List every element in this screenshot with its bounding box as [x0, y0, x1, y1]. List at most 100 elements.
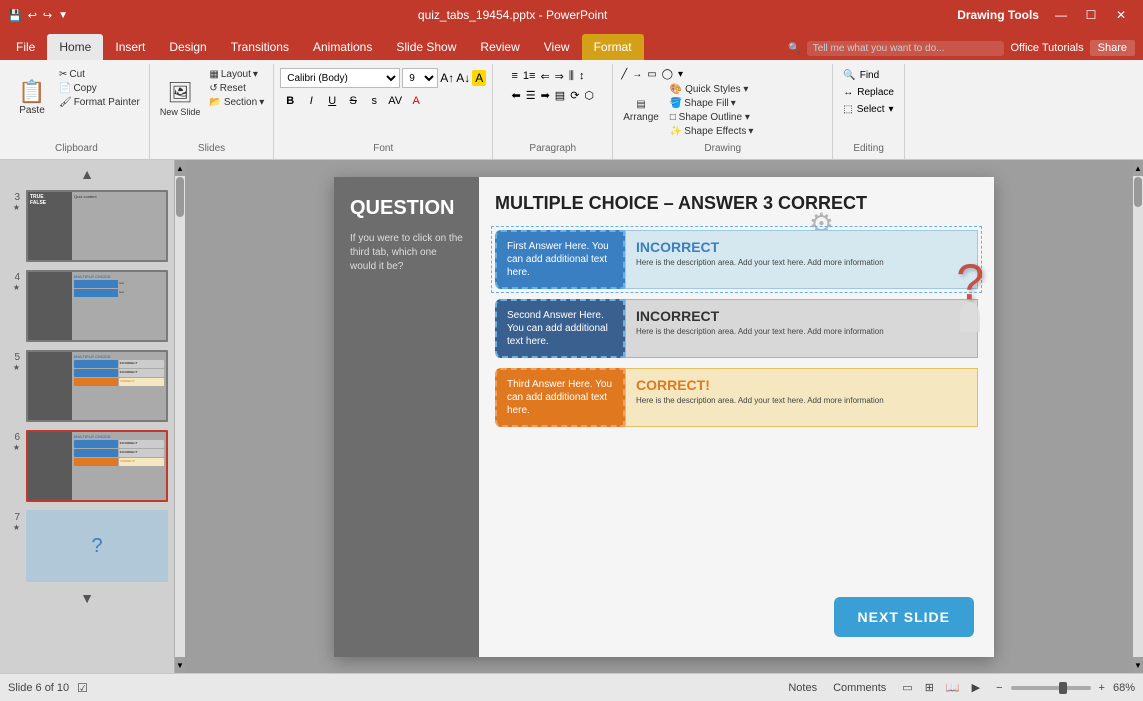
font-color-button[interactable]: A: [406, 92, 426, 110]
strikethrough-button[interactable]: S: [343, 92, 363, 110]
shape-outline-button[interactable]: □ Shape Outline ▾: [667, 111, 757, 124]
slide-thumbnail-5[interactable]: MULTIPLE CHOICE INCORRECT INCORRECT CORR…: [26, 350, 168, 422]
answer-tab-2[interactable]: Second Answer Here. You can add addition…: [495, 299, 625, 358]
shape-more-icon[interactable]: ▾: [676, 68, 685, 81]
shape-circle-icon[interactable]: ◯: [660, 68, 675, 81]
answer-tab-1[interactable]: First Answer Here. You can add additiona…: [495, 230, 625, 289]
tab-slideshow[interactable]: Slide Show: [384, 34, 468, 60]
canvas-scroll-thumb[interactable]: [1134, 177, 1142, 207]
zoom-slider[interactable]: [1011, 686, 1091, 690]
answer-tab-3[interactable]: Third Answer Here. You can add additiona…: [495, 368, 625, 427]
canvas-scroll-up-button[interactable]: ▲: [1133, 160, 1143, 176]
clear-format-button[interactable]: A: [472, 70, 486, 86]
slide-thumbnail-7[interactable]: ?: [26, 510, 168, 582]
font-name-select[interactable]: Calibri (Body): [280, 68, 400, 88]
canvas-scroll-down-button[interactable]: ▼: [1133, 657, 1143, 673]
tab-file[interactable]: File: [4, 34, 47, 60]
save-icon[interactable]: 💾: [8, 9, 22, 22]
tab-design[interactable]: Design: [157, 34, 218, 60]
notes-button[interactable]: Notes: [784, 680, 821, 696]
scrollbar-track[interactable]: [175, 176, 185, 657]
tab-home[interactable]: Home: [47, 34, 103, 60]
scrollbar-thumb[interactable]: [176, 177, 184, 217]
justify-button[interactable]: ▤: [553, 87, 567, 104]
shape-fill-button[interactable]: 🪣 Shape Fill ▾: [667, 97, 757, 110]
slide-thumb-4[interactable]: 4 ★ MULTIPLE CHOICE text text: [4, 268, 170, 344]
shape-rect-icon[interactable]: ▭: [645, 68, 658, 81]
tell-me-input[interactable]: Tell me what you want to do...: [807, 41, 1005, 56]
line-spacing-button[interactable]: ↕: [577, 68, 587, 85]
font-size-select[interactable]: 9: [402, 68, 438, 88]
redo-icon[interactable]: ↪: [43, 9, 52, 22]
slide-thumbnail-6[interactable]: MULTIPLE CHOICE INCORRECT INCORRECT CORR…: [26, 430, 168, 502]
slide-thumb-6[interactable]: 6 ★ MULTIPLE CHOICE INCORRECT INCORRECT …: [4, 428, 170, 504]
scrollbar-up-button[interactable]: ▲: [175, 160, 185, 176]
scroll-down-button[interactable]: ▼: [4, 588, 170, 608]
tab-transitions[interactable]: Transitions: [219, 34, 301, 60]
layout-button[interactable]: ▦ Layout ▾: [206, 68, 267, 81]
convert-to-smartart-button[interactable]: ⬡: [582, 87, 596, 104]
slide-panel-scrollbar[interactable]: ▲ ▼: [175, 160, 185, 673]
tab-review[interactable]: Review: [468, 34, 531, 60]
slide-thumb-5[interactable]: 5 ★ MULTIPLE CHOICE INCORRECT INCORRECT …: [4, 348, 170, 424]
bold-button[interactable]: B: [280, 92, 300, 110]
replace-button[interactable]: ↔ Replace: [839, 85, 898, 100]
char-spacing-button[interactable]: AV: [385, 92, 405, 110]
find-button[interactable]: 🔍 Find: [839, 68, 883, 83]
select-button[interactable]: ⬚ Select ▾: [839, 102, 897, 117]
text-direction-button[interactable]: ⟳: [568, 87, 581, 104]
increase-font-button[interactable]: A↑: [440, 71, 454, 85]
new-slide-button[interactable]: 🖼 New Slide: [156, 68, 205, 128]
arrange-button[interactable]: ▤ Arrange: [619, 97, 663, 125]
format-painter-button[interactable]: 🖌Format Painter: [56, 96, 143, 109]
slide-thumbnail-3[interactable]: TRUEFALSE Quiz content: [26, 190, 168, 262]
section-button[interactable]: 📂 Section ▾: [206, 96, 267, 109]
reset-button[interactable]: ↺ Reset: [206, 82, 267, 95]
bullets-button[interactable]: ≡: [509, 68, 519, 85]
office-tutorials-link[interactable]: Office Tutorials: [1010, 42, 1083, 54]
align-center-button[interactable]: ☰: [524, 87, 538, 104]
copy-button[interactable]: 📄Copy: [56, 82, 100, 95]
slideshow-button[interactable]: ▶: [968, 679, 984, 696]
reading-view-button[interactable]: 📖: [942, 679, 964, 696]
decrease-font-button[interactable]: A↓: [456, 71, 470, 85]
columns-button[interactable]: ⫼: [567, 68, 576, 85]
tab-format[interactable]: Format: [582, 34, 644, 60]
scroll-up-button[interactable]: ▲: [4, 164, 170, 184]
underline-button[interactable]: U: [322, 92, 342, 110]
italic-button[interactable]: I: [301, 92, 321, 110]
normal-view-button[interactable]: ▭: [898, 679, 916, 696]
slide-thumb-3[interactable]: 3 ★ TRUEFALSE Quiz content: [4, 188, 170, 264]
paste-button[interactable]: 📋 Paste: [10, 68, 54, 128]
scrollbar-down-button[interactable]: ▼: [175, 657, 185, 673]
cut-button[interactable]: ✂Cut: [56, 68, 88, 81]
customize-qat-icon[interactable]: ▼: [58, 10, 68, 21]
canvas-scroll-track[interactable]: [1133, 176, 1143, 657]
align-right-button[interactable]: ➡: [539, 87, 552, 104]
align-left-button[interactable]: ⬅: [509, 87, 522, 104]
answer-option-3[interactable]: Third Answer Here. You can add additiona…: [495, 368, 978, 427]
tab-animations[interactable]: Animations: [301, 34, 384, 60]
next-slide-button[interactable]: NEXT SLIDE: [834, 597, 974, 637]
shadow-button[interactable]: s: [364, 92, 384, 110]
zoom-in-button[interactable]: +: [1095, 680, 1109, 696]
maximize-button[interactable]: ☐: [1077, 4, 1105, 26]
answer-option-2[interactable]: Second Answer Here. You can add addition…: [495, 299, 978, 358]
quick-styles-button[interactable]: 🎨 Quick Styles ▾: [667, 83, 757, 96]
shape-arrow-icon[interactable]: →: [630, 68, 644, 81]
decrease-indent-button[interactable]: ⇐: [538, 68, 551, 85]
comments-button[interactable]: Comments: [829, 680, 890, 696]
shape-line-icon[interactable]: ╱: [619, 68, 629, 81]
share-button[interactable]: Share: [1090, 40, 1135, 56]
slide-sorter-button[interactable]: ⊞: [921, 679, 938, 696]
numbering-button[interactable]: 1≡: [521, 68, 538, 85]
shape-effects-button[interactable]: ✨ Shape Effects ▾: [667, 125, 757, 138]
undo-icon[interactable]: ↩: [28, 9, 37, 22]
slide-thumb-7[interactable]: 7 ★ ?: [4, 508, 170, 584]
increase-indent-button[interactable]: ⇒: [553, 68, 566, 85]
close-button[interactable]: ✕: [1107, 4, 1135, 26]
minimize-button[interactable]: —: [1047, 4, 1075, 26]
tab-insert[interactable]: Insert: [103, 34, 157, 60]
zoom-out-button[interactable]: −: [992, 680, 1006, 696]
answer-option-1[interactable]: First Answer Here. You can add additiona…: [495, 230, 978, 289]
